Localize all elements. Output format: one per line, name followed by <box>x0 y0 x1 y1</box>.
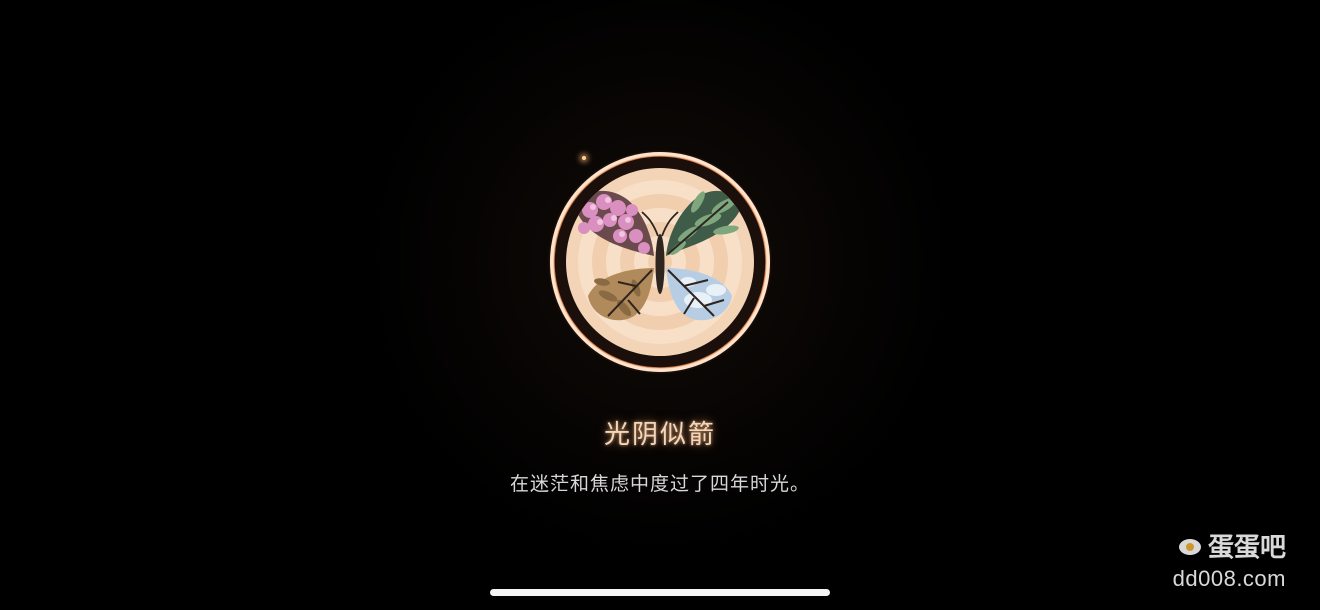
watermark: 蛋蛋吧 dd008.com <box>1173 527 1286 592</box>
home-indicator[interactable] <box>490 589 830 596</box>
achievement-title: 光阴似箭 <box>603 420 716 450</box>
achievement-badge <box>548 150 772 374</box>
watermark-name: 蛋蛋吧 <box>1207 533 1286 563</box>
achievement-screen: 光阴似箭 在迷茫和焦虑中度过了四年时光。 蛋蛋吧 dd008.com <box>0 0 1320 610</box>
egg-logo-icon <box>1178 538 1201 555</box>
watermark-brand: 蛋蛋吧 <box>1173 527 1286 564</box>
watermark-url: dd008.com <box>1172 566 1286 591</box>
achievement-description: 在迷茫和焦虑中度过了四年时光。 <box>509 473 810 495</box>
four-seasons-butterfly-icon <box>548 150 772 374</box>
